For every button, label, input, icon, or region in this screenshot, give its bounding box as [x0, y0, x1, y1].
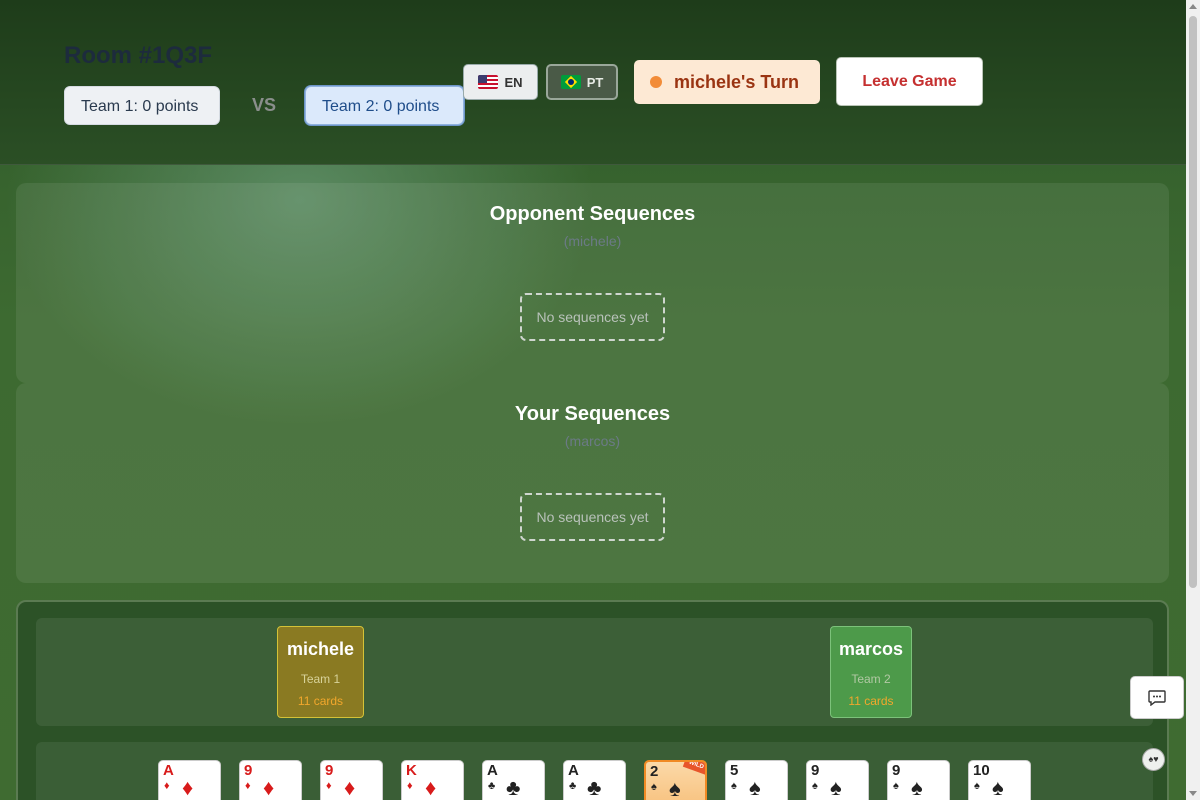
hand-card[interactable]: A ♦ ♦ [158, 760, 221, 800]
card-rank: A [487, 762, 498, 779]
chat-bubble-icon [1148, 689, 1166, 706]
player-card-marcos: marcos Team 2 11 cards [830, 626, 912, 718]
card-suit-icon: ♦ [182, 775, 194, 800]
us-flag-icon [478, 75, 499, 89]
your-player-name: (marcos) [564, 433, 621, 449]
language-en-label: EN [504, 74, 523, 90]
card-suit-small-icon: ♣ [488, 780, 496, 792]
scroll-down-arrow-icon[interactable] [1189, 791, 1197, 796]
card-suit-icon: ♠ [669, 776, 681, 800]
hand-card[interactable]: K ♦ ♦ [401, 760, 464, 800]
hand-card[interactable]: A ♣ ♣ [482, 760, 545, 800]
game-screen: Room #1Q3F Team 1: 0 points VS Team 2: 0… [0, 0, 1186, 800]
player-name: marcos [838, 639, 904, 659]
card-rank: A [568, 762, 579, 779]
card-rank: 10 [973, 762, 990, 779]
room-title: Room #1Q3F [64, 42, 213, 69]
card-suit-icon: ♦ [425, 775, 437, 800]
card-rank: 9 [244, 762, 253, 779]
opponent-sequences-empty: No sequences yet [520, 293, 665, 341]
turn-label: michele's Turn [674, 71, 799, 92]
player-hand: ♠♥ A ♦ ♦ 9 ♦ ♦ 9 ♦ ♦ K ♦ ♦ A ♣ ♣ A ♣ ♣ 2 ♠ ♠ WILD 5 ♠ ♠ 9 ♠ ♠ 9 ♠ ♠ 10 ♠… [36, 742, 1165, 800]
turn-dot-icon [650, 76, 662, 88]
hand-card[interactable]: A ♣ ♣ [563, 760, 626, 800]
language-pt-label: PT [586, 74, 604, 90]
opponent-sequences-title: Opponent Sequences [489, 203, 696, 225]
scrollbar-thumb[interactable] [1189, 16, 1197, 588]
card-suit-icon: ♠ [830, 775, 842, 800]
card-rank: 2 [650, 763, 659, 780]
wild-badge: WILD [682, 762, 705, 775]
card-suit-icon: ♦ [344, 775, 356, 800]
player-card-count: 11 cards [297, 694, 344, 708]
brazil-flag-icon [560, 75, 581, 89]
hand-card[interactable]: 2 ♠ ♠ WILD [644, 760, 707, 800]
card-rank: K [406, 762, 417, 779]
card-suit-small-icon: ♠ [731, 780, 737, 792]
team1-score: Team 1: 0 points [64, 86, 220, 125]
card-suit-small-icon: ♣ [569, 780, 577, 792]
hand-card[interactable]: 9 ♦ ♦ [239, 760, 302, 800]
card-rank: 9 [892, 762, 901, 779]
card-rank: 5 [730, 762, 739, 779]
scroll-up-arrow-icon[interactable] [1189, 4, 1197, 9]
card-suit-small-icon: ♠ [893, 780, 899, 792]
language-pt-button[interactable]: PT [546, 64, 618, 100]
your-sequences-panel: Your Sequences (marcos) No sequences yet [16, 383, 1169, 583]
players-row: michele Team 1 11 cards marcos Team 2 11… [36, 618, 1153, 726]
vs-label: VS [252, 95, 277, 115]
card-suit-icon: ♠ [749, 775, 761, 800]
hand-card[interactable]: 9 ♠ ♠ [887, 760, 950, 800]
your-sequences-title: Your Sequences [514, 403, 671, 425]
player-card-count: 11 cards [848, 694, 894, 708]
vertical-scrollbar[interactable] [1186, 0, 1200, 800]
chat-button[interactable] [1130, 676, 1184, 719]
card-suit-icon: ♦ [263, 775, 275, 800]
card-suit-small-icon: ♠ [974, 780, 980, 792]
card-suit-icon: ♠ [911, 775, 923, 800]
card-suit-small-icon: ♦ [245, 780, 251, 792]
player-name: michele [286, 639, 355, 659]
card-suit-icon: ♠ [992, 775, 1004, 800]
player-card-michele: michele Team 1 11 cards [277, 626, 364, 718]
card-rank: 9 [325, 762, 334, 779]
player-team: Team 1 [300, 672, 341, 686]
leave-game-button[interactable]: Leave Game [836, 57, 983, 106]
sort-suits-button[interactable]: ♠♥ [1142, 748, 1165, 771]
game-table: michele Team 1 11 cards marcos Team 2 11… [16, 600, 1169, 800]
hand-card[interactable]: 9 ♦ ♦ [320, 760, 383, 800]
card-rank: A [163, 762, 174, 779]
opponent-player-name: (michele) [563, 233, 622, 249]
language-en-button[interactable]: EN [463, 64, 538, 100]
your-sequences-empty: No sequences yet [520, 493, 665, 541]
card-suit-small-icon: ♦ [407, 780, 413, 792]
hand-card[interactable]: 9 ♠ ♠ [806, 760, 869, 800]
opponent-sequences-panel: Opponent Sequences (michele) No sequence… [16, 183, 1169, 383]
card-suit-small-icon: ♠ [651, 781, 657, 793]
hand-card[interactable]: 10 ♠ ♠ [968, 760, 1031, 800]
hand-card[interactable]: 5 ♠ ♠ [725, 760, 788, 800]
card-suit-small-icon: ♦ [164, 780, 170, 792]
team2-score: Team 2: 0 points [305, 86, 464, 125]
card-suit-icon: ♣ [587, 775, 602, 800]
game-header: Room #1Q3F Team 1: 0 points VS Team 2: 0… [0, 0, 1186, 165]
turn-indicator: michele's Turn [634, 60, 820, 104]
card-suit-icon: ♣ [506, 775, 521, 800]
card-suit-small-icon: ♦ [326, 780, 332, 792]
card-suit-small-icon: ♠ [812, 780, 818, 792]
card-rank: 9 [811, 762, 820, 779]
player-team: Team 2 [851, 672, 891, 686]
